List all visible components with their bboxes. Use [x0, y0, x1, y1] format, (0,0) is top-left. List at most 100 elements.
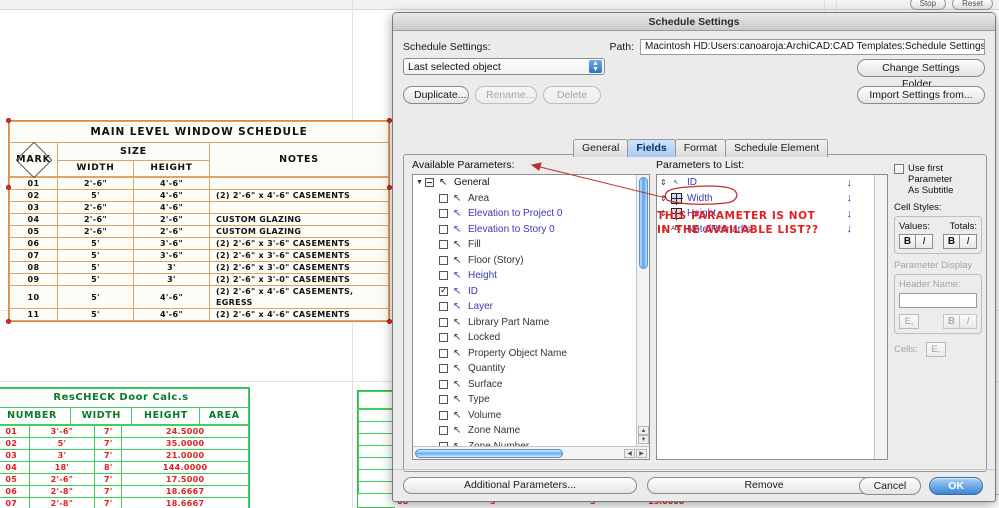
available-parameter-item[interactable]: ▼ ↖ General — [413, 175, 636, 191]
values-bold-button[interactable]: B — [899, 234, 916, 249]
checkbox-icon[interactable] — [439, 271, 448, 281]
available-parameter-item[interactable]: ↖ Fill — [413, 237, 636, 253]
scroll-down-icon[interactable]: ▼ — [638, 435, 649, 444]
disclosure-triangle-icon[interactable]: ▼ — [416, 179, 423, 186]
duplicate-button[interactable]: Duplicate... — [403, 86, 469, 104]
checkbox-icon[interactable] — [439, 364, 448, 374]
table-row: 07 2'-8" 7' 18.6667 — [0, 497, 249, 508]
rescheck-door-calcs-table[interactable]: ResCHECK Door Calc.s NUMBER WIDTH HEIGHT AR… — [0, 387, 250, 508]
drag-handle-icon[interactable]: ⇕ — [660, 194, 667, 203]
header-name-input[interactable] — [899, 293, 977, 308]
checkbox-icon[interactable] — [439, 426, 448, 436]
parameters-to-list-item[interactable]: ⇕ ↖ ID ↓ — [657, 175, 874, 191]
available-parameter-item[interactable]: ↖ Surface — [413, 377, 636, 393]
scroll-left-icon[interactable]: ◀ — [624, 449, 635, 458]
rescheck-cell: 18.6667 — [121, 485, 249, 498]
checkbox-icon[interactable] — [439, 302, 448, 312]
main-level-window-schedule[interactable]: MAIN LEVEL WINDOW SCHEDULE MARK SIZE NOT… — [6, 118, 392, 324]
available-list-hscrollbar[interactable]: ◀ ▶ — [413, 446, 649, 459]
available-parameters-list[interactable]: ▼ ↖ General ↖ Area ↖ Elevation to Project 0 ↖ El… — [412, 174, 650, 460]
checkbox-icon[interactable] — [439, 317, 448, 327]
selection-handle[interactable] — [6, 185, 11, 190]
cell-notes — [209, 177, 389, 190]
tab-schedule-element[interactable]: Schedule Element — [724, 139, 829, 157]
checkbox-icon[interactable] — [439, 410, 448, 420]
available-parameter-item[interactable]: ↖ Locked — [413, 330, 636, 346]
column-header-height: HEIGHT — [133, 160, 210, 177]
ok-button[interactable]: OK — [929, 476, 983, 495]
available-parameter-item[interactable]: ↖Zone Number — [413, 439, 636, 446]
available-parameter-item[interactable]: ↖ Area — [413, 191, 636, 207]
available-parameter-item[interactable]: ↖ Floor (Story) — [413, 253, 636, 269]
change-settings-folder-button[interactable]: Change Settings Folder... — [857, 59, 985, 90]
dialog-titlebar[interactable]: Schedule Settings — [393, 13, 995, 31]
hscroll-buttons[interactable]: ◀ ▶ — [624, 449, 647, 458]
available-parameter-item[interactable]: ↖ Property Object Name — [413, 346, 636, 362]
values-label: Values: — [899, 221, 930, 232]
checkbox-icon[interactable] — [439, 209, 448, 219]
checkbox-icon[interactable] — [439, 379, 448, 389]
tab-general[interactable]: General — [573, 139, 629, 157]
parameters-to-list-item[interactable]: ⇕ Width ↓ — [657, 191, 874, 207]
checkbox-icon[interactable] — [439, 224, 448, 234]
cells-label: Cells: — [894, 344, 918, 355]
checkbox-icon[interactable] — [439, 255, 448, 265]
available-parameter-item[interactable]: ↖ Quantity — [413, 361, 636, 377]
available-parameter-item[interactable]: ↖ ID — [413, 284, 636, 300]
rescheck-cell: 7' — [94, 449, 123, 462]
cell-notes — [209, 201, 389, 214]
parameter-display-group: Header Name: E, B I — [894, 274, 982, 334]
align-left-icon[interactable]: E, — [899, 314, 919, 329]
checkbox-icon[interactable] — [439, 285, 448, 296]
use-first-parameter-checkbox[interactable]: Use first Parameter As Subtitle — [894, 163, 982, 196]
values-italic-button[interactable]: I — [916, 234, 933, 249]
sort-descending-icon[interactable]: ↓ — [847, 177, 853, 189]
available-list-vscrollbar[interactable]: ▲ ▼ — [636, 175, 649, 446]
checkbox-icon[interactable] — [894, 164, 904, 174]
header-italic-button[interactable]: I — [960, 314, 977, 329]
totals-bold-button[interactable]: B — [943, 234, 960, 249]
tab-fields[interactable]: Fields — [627, 139, 676, 157]
settings-set-dropdown[interactable]: Last selected object ▲ ▼ — [403, 58, 605, 75]
available-parameter-item[interactable]: ↖ Elevation to Project 0 — [413, 206, 636, 222]
drag-handle-icon[interactable]: ⇕ — [660, 178, 667, 187]
table-row: 10 5' 4'-6" (2) 2'-6" x 4'-6" CASEMENTS, EG… — [9, 285, 389, 309]
sort-descending-icon[interactable]: ↓ — [847, 192, 853, 204]
checkbox-icon[interactable] — [439, 348, 448, 358]
header-bold-button[interactable]: B — [943, 314, 960, 329]
selection-handle[interactable] — [6, 319, 11, 324]
checkbox-icon[interactable] — [439, 193, 448, 203]
cancel-button[interactable]: Cancel — [858, 476, 922, 495]
tab-format[interactable]: Format — [674, 139, 726, 157]
available-parameter-item[interactable]: ↖ Layer — [413, 299, 636, 315]
vscroll-buttons[interactable]: ▲ ▼ — [638, 426, 649, 444]
available-parameter-item[interactable]: ↖ Volume — [413, 408, 636, 424]
checkbox-icon[interactable] — [439, 240, 448, 250]
cell-notes: (2) 2'-6" x 4'-6" CASEMENTS, EGRESS — [209, 285, 389, 309]
cells-align-icon[interactable]: E, — [925, 342, 946, 357]
collapse-box-icon[interactable] — [424, 178, 434, 188]
reset-button[interactable]: Reset — [952, 0, 993, 10]
checkbox-icon[interactable] — [439, 395, 448, 405]
hscroll-thumb[interactable] — [415, 449, 563, 458]
scroll-up-icon[interactable]: ▲ — [638, 426, 649, 435]
available-parameter-item[interactable]: ↖ Height — [413, 268, 636, 284]
scroll-right-icon[interactable]: ▶ — [636, 449, 647, 458]
path-field[interactable]: Macintosh HD:Users:canoaroja:ArchiCAD:CA… — [640, 39, 985, 55]
available-parameter-item[interactable]: ↖ Type — [413, 392, 636, 408]
stop-button[interactable]: Stop — [909, 0, 947, 10]
import-settings-from-button[interactable]: Import Settings from... — [857, 86, 985, 104]
cell-mark: 03 — [9, 201, 58, 214]
pointer-icon: ↖ — [453, 378, 462, 390]
table-row: 02 5' 7' 35.0000 — [0, 437, 249, 450]
available-parameter-item[interactable]: ↖ Elevation to Story 0 — [413, 222, 636, 238]
schedule-settings-dialog[interactable]: Schedule Settings Schedule Settings: Pat… — [392, 12, 996, 502]
totals-italic-button[interactable]: I — [960, 234, 977, 249]
cell-height: 4'-6" — [133, 189, 210, 202]
checkbox-icon[interactable] — [439, 333, 448, 343]
available-parameter-item[interactable]: ↖ Library Part Name — [413, 315, 636, 331]
rescheck-cell: 07 — [0, 497, 30, 508]
selection-handle[interactable] — [6, 118, 11, 123]
vscroll-thumb[interactable] — [639, 177, 648, 269]
available-parameter-item[interactable]: ↖ Zone Name — [413, 423, 636, 439]
